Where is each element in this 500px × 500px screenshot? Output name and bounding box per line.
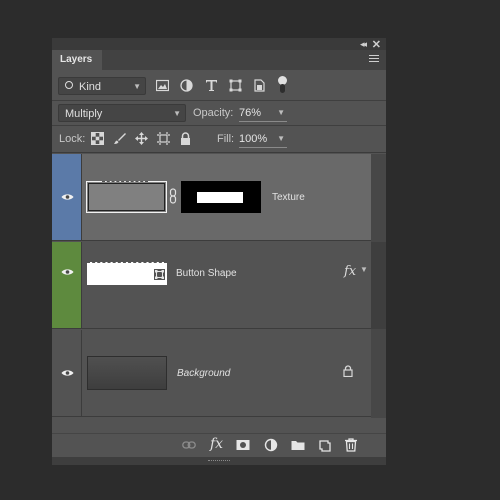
layer-color-strip: [52, 330, 82, 416]
filter-row: Kind ▼: [52, 70, 386, 101]
lock-row: Lock: Fill: 100% ▼: [52, 126, 386, 153]
resize-grip[interactable]: [208, 460, 230, 464]
panel-titlebar[interactable]: ◂◂ ✕: [52, 38, 386, 51]
fx-icon[interactable]: fx: [210, 436, 224, 452]
layer-thumbnail[interactable]: [86, 181, 167, 213]
adjustment-filter-icon[interactable]: [180, 79, 193, 92]
lock-all-icon[interactable]: [179, 132, 192, 145]
layers-panel: ◂◂ ✕ Layers Kind ▼ Multiply ▼ Opacity: 7…: [52, 38, 386, 465]
layer-row-background[interactable]: Background: [52, 330, 371, 417]
lock-position-icon[interactable]: [135, 132, 148, 145]
layer-color-strip: [52, 154, 82, 240]
fill-label: Fill:: [217, 133, 235, 145]
adjustment-icon[interactable]: [264, 438, 278, 452]
kind-filter-select[interactable]: Kind ▼: [58, 77, 146, 95]
lock-artboard-icon[interactable]: [157, 132, 170, 145]
layer-thumbnail[interactable]: [87, 356, 167, 390]
layer-color-strip: [52, 242, 82, 328]
eye-icon[interactable]: [61, 268, 74, 276]
trash-icon[interactable]: [344, 438, 358, 452]
lock-icon: [343, 365, 353, 377]
eye-icon[interactable]: [61, 193, 74, 201]
image-filter-icon[interactable]: [156, 79, 169, 92]
layer-name[interactable]: Button Shape: [176, 268, 237, 280]
new-layer-icon[interactable]: [318, 438, 332, 452]
chevron-down-icon[interactable]: ▼: [277, 130, 285, 148]
lock-image-pixels-icon[interactable]: [113, 132, 126, 145]
scrollbar-thumb[interactable]: [371, 242, 386, 329]
smart-object-filter-icon[interactable]: [253, 79, 266, 92]
toggle-track: [280, 84, 285, 93]
tab-layers[interactable]: Layers: [52, 50, 102, 70]
chevron-down-icon[interactable]: ▼: [277, 104, 285, 122]
layer-name[interactable]: Texture: [272, 192, 305, 203]
type-filter-icon[interactable]: [205, 79, 218, 92]
tab-bar: Layers: [52, 50, 386, 70]
fill-field[interactable]: 100% ▼: [239, 130, 287, 148]
blend-mode-value: Multiply: [65, 108, 103, 120]
chevron-down-icon: ▼: [133, 82, 141, 91]
panel-menu-icon[interactable]: [369, 55, 379, 64]
blend-mode-select[interactable]: Multiply ▼: [58, 104, 186, 122]
layer-mask-thumbnail[interactable]: [181, 181, 261, 213]
bottom-toolbar: fx: [52, 433, 386, 458]
kind-label: Kind: [79, 81, 102, 93]
lock-label: Lock:: [59, 133, 86, 145]
fill-value: 100%: [239, 133, 268, 145]
search-icon: [65, 81, 73, 89]
shape-badge-icon: [154, 269, 165, 280]
blend-row: Multiply ▼ Opacity: 76% ▼: [52, 101, 386, 126]
collapse-icon[interactable]: ◂◂: [360, 39, 367, 50]
folder-icon[interactable]: [291, 438, 305, 452]
opacity-value: 76%: [239, 107, 262, 119]
layer-name[interactable]: Background: [177, 368, 230, 379]
mask-icon[interactable]: [236, 438, 250, 452]
chain-link-icon[interactable]: [169, 188, 177, 204]
filter-toggle[interactable]: [278, 76, 287, 94]
chevron-down-icon[interactable]: ▼: [360, 265, 368, 274]
link-icon[interactable]: [182, 438, 196, 452]
fx-icon[interactable]: fx: [344, 264, 356, 279]
layer-row-button-shape[interactable]: Button Shape fx ▼: [52, 242, 371, 329]
opacity-label: Opacity:: [193, 107, 234, 119]
shape-filter-icon[interactable]: [229, 79, 242, 92]
opacity-field[interactable]: 76% ▼: [239, 104, 287, 122]
lock-transparent-pixels-icon[interactable]: [91, 132, 104, 145]
layer-row-texture[interactable]: Texture: [52, 154, 371, 241]
chevron-down-icon: ▼: [173, 109, 181, 118]
scrollbar[interactable]: [371, 154, 386, 418]
eye-icon[interactable]: [61, 369, 74, 377]
